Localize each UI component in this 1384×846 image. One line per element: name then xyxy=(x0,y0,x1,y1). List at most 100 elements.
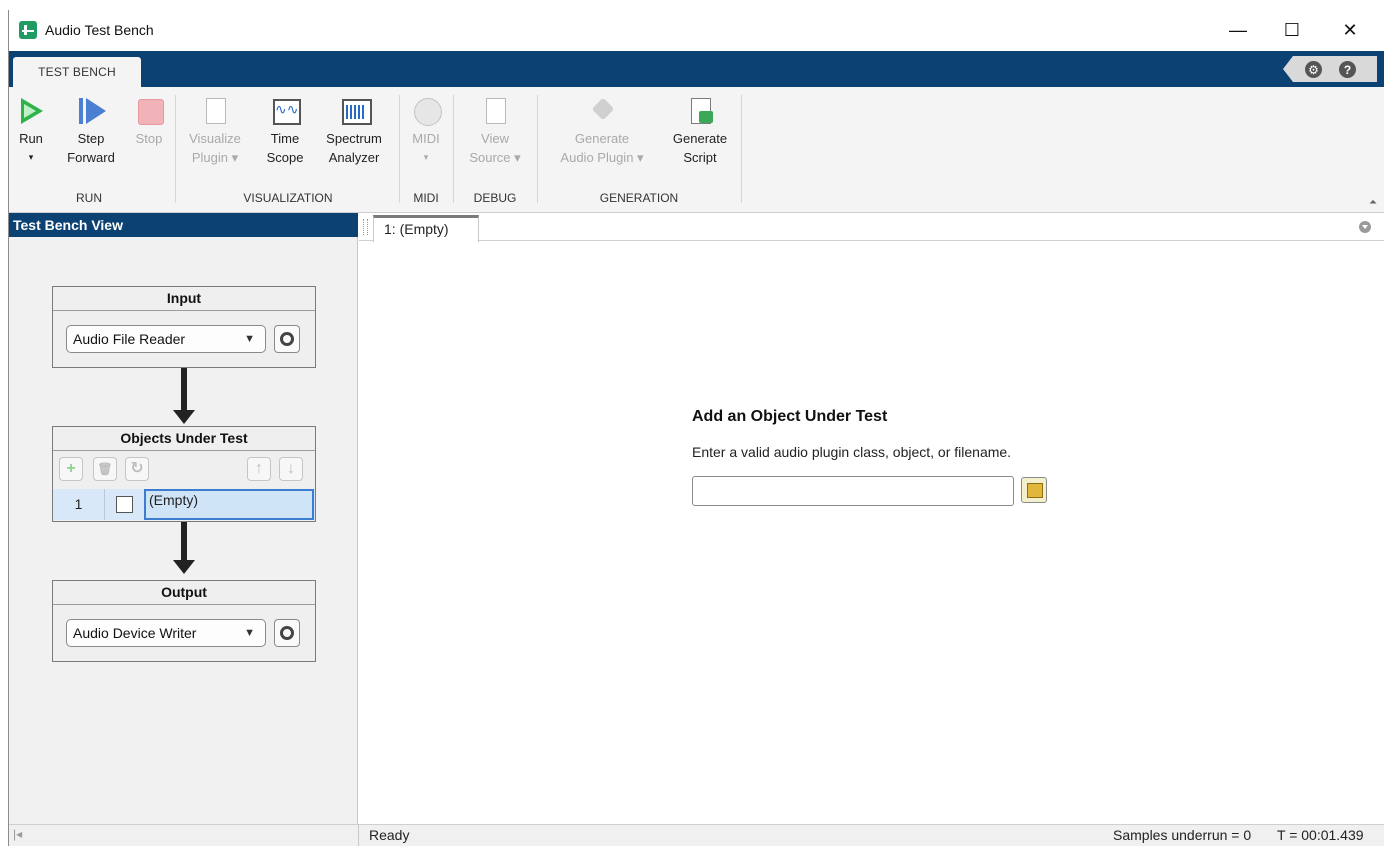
section-midi: MIDI ▾ MIDI xyxy=(401,87,451,205)
run-dropdown-caret[interactable]: ▾ xyxy=(11,148,51,167)
spectrum-analyzer-icon xyxy=(341,97,372,125)
play-icon xyxy=(18,97,44,125)
collapse-toolstrip-icon[interactable]: ⏶ xyxy=(1369,197,1377,208)
status-text: Ready xyxy=(369,827,410,843)
visualize-plugin-label-line1: Visualize xyxy=(189,131,241,146)
tab-test-bench[interactable]: TEST BENCH xyxy=(13,57,141,87)
table-row[interactable]: 1 (Empty) xyxy=(53,489,315,520)
chevron-down-icon: ▼ xyxy=(244,333,255,345)
app-window: Audio Test Bench — ☐ ✕ TEST BENCH ⚙ ? Ru… xyxy=(8,10,1384,846)
chevron-down-icon: ▼ xyxy=(244,627,255,639)
app-icon xyxy=(19,21,37,39)
section-label-debug: DEBUG xyxy=(473,191,517,205)
delete-object-button[interactable]: 🗑 xyxy=(93,457,117,481)
help-icon[interactable]: ? xyxy=(1339,61,1356,78)
generate-audio-plugin-label-line2: Audio Plugin ▾ xyxy=(560,150,644,165)
time-scope-button[interactable]: Time Scope xyxy=(263,97,307,167)
output-settings-button[interactable] xyxy=(274,619,300,647)
time-scope-icon xyxy=(272,97,301,125)
object-name-cell[interactable]: (Empty) xyxy=(144,489,314,520)
spectrum-analyzer-label-line2: Analyzer xyxy=(328,150,380,165)
flow-arrow-down-icon xyxy=(173,368,195,424)
drag-grip-icon[interactable] xyxy=(363,219,368,235)
tab-menu-icon[interactable] xyxy=(1359,221,1371,233)
gear-icon xyxy=(280,332,294,346)
title-bar: Audio Test Bench — ☐ ✕ xyxy=(9,10,1384,51)
view-source-label-line2: Source ▾ xyxy=(469,150,521,165)
time-scope-label-line2: Scope xyxy=(266,150,304,165)
output-block-title: Output xyxy=(53,581,315,605)
toolstrip-ribbon: Run ▾ Step Forward Stop RUN Visualize Pl… xyxy=(9,87,1384,213)
add-object-heading: Add an Object Under Test xyxy=(692,408,888,425)
minimize-button[interactable]: — xyxy=(1215,10,1261,51)
section-label-visualization: VISUALIZATION xyxy=(243,191,333,205)
view-source-icon xyxy=(482,97,508,125)
midi-dropdown-caret[interactable]: ▾ xyxy=(406,148,446,167)
section-divider xyxy=(175,95,176,203)
section-label-midi: MIDI xyxy=(413,191,439,205)
browse-folder-button[interactable] xyxy=(1021,477,1047,503)
spectrum-analyzer-label-line1: Spectrum xyxy=(326,131,382,146)
settings-icon[interactable]: ⚙ xyxy=(1305,61,1322,78)
midi-button[interactable]: MIDI ▾ xyxy=(406,97,446,167)
status-bar: |◂ Ready Samples underrun = 0 T = 00:01.… xyxy=(9,824,1384,846)
section-divider xyxy=(537,95,538,203)
enable-object-checkbox[interactable] xyxy=(116,496,133,513)
generate-script-label-line2: Script xyxy=(683,150,717,165)
panel-title: Test Bench View xyxy=(9,213,358,237)
section-debug: View Source ▾ DEBUG xyxy=(455,87,535,205)
script-icon xyxy=(687,97,713,125)
run-button[interactable]: Run ▾ xyxy=(11,97,51,167)
maximize-button[interactable]: ☐ xyxy=(1269,10,1315,51)
section-divider xyxy=(453,95,454,203)
status-divider xyxy=(358,825,359,846)
step-forward-label-line2: Forward xyxy=(67,150,115,165)
spectrum-analyzer-button[interactable]: Spectrum Analyzer xyxy=(319,97,389,167)
stop-button[interactable]: Stop xyxy=(129,97,169,148)
input-block: Input Audio File Reader ▼ xyxy=(52,286,316,368)
run-label: Run xyxy=(19,131,43,146)
output-sink-dropdown[interactable]: Audio Device Writer ▼ xyxy=(66,619,266,647)
generate-script-button[interactable]: Generate Script xyxy=(667,97,733,167)
input-source-value: Audio File Reader xyxy=(73,331,186,347)
plugin-icon xyxy=(589,97,615,125)
input-settings-button[interactable] xyxy=(274,325,300,353)
visualize-plugin-button[interactable]: Visualize Plugin ▾ xyxy=(183,97,247,167)
step-forward-button[interactable]: Step Forward xyxy=(61,97,121,167)
test-bench-view-panel: Test Bench View Input Audio File Reader … xyxy=(9,213,358,846)
section-generation: Generate Audio Plugin ▾ Generate Script … xyxy=(539,87,739,205)
view-source-button[interactable]: View Source ▾ xyxy=(461,97,529,167)
move-up-button[interactable]: ↑ xyxy=(247,457,271,481)
document-tab[interactable]: 1: (Empty) xyxy=(373,215,479,242)
section-label-run: RUN xyxy=(76,191,102,205)
midi-label: MIDI xyxy=(412,131,440,146)
document-area: 1: (Empty) Add an Object Under Test Ente… xyxy=(359,213,1384,824)
section-visualization: Visualize Plugin ▾ Time Scope Spectrum A… xyxy=(179,87,397,205)
elapsed-time-text: T = 00:01.439 xyxy=(1277,827,1364,843)
close-button[interactable]: ✕ xyxy=(1327,10,1373,51)
output-block: Output Audio Device Writer ▼ xyxy=(52,580,316,662)
collapse-panel-icon[interactable]: |◂ xyxy=(13,827,22,841)
move-down-button[interactable]: ↓ xyxy=(279,457,303,481)
generate-audio-plugin-label-line1: Generate xyxy=(574,131,630,146)
gear-icon xyxy=(280,626,294,640)
window-title: Audio Test Bench xyxy=(45,22,154,38)
stop-label: Stop xyxy=(135,131,163,146)
refresh-object-button[interactable]: ↻ xyxy=(125,457,149,481)
flow-arrow-down-icon xyxy=(173,522,195,574)
midi-connector-icon xyxy=(413,97,442,126)
add-object-description: Enter a valid audio plugin class, object… xyxy=(692,444,1012,460)
add-object-button[interactable]: + xyxy=(59,457,83,481)
generate-audio-plugin-button[interactable]: Generate Audio Plugin ▾ xyxy=(543,97,661,167)
generate-script-label-line1: Generate xyxy=(672,131,728,146)
samples-underrun-text: Samples underrun = 0 xyxy=(1113,827,1252,843)
objects-toolbar: + 🗑 ↻ ↑ ↓ xyxy=(53,452,315,488)
time-scope-label-line1: Time xyxy=(270,131,300,146)
plugin-name-input[interactable] xyxy=(692,476,1014,506)
section-divider xyxy=(399,95,400,203)
section-label-generation: GENERATION xyxy=(599,191,679,205)
input-source-dropdown[interactable]: Audio File Reader ▼ xyxy=(66,325,266,353)
step-forward-label-line1: Step xyxy=(77,131,105,146)
toolstrip-tab-bar: TEST BENCH ⚙ ? xyxy=(9,51,1384,87)
visualize-plugin-label-line2: Plugin ▾ xyxy=(191,150,239,165)
